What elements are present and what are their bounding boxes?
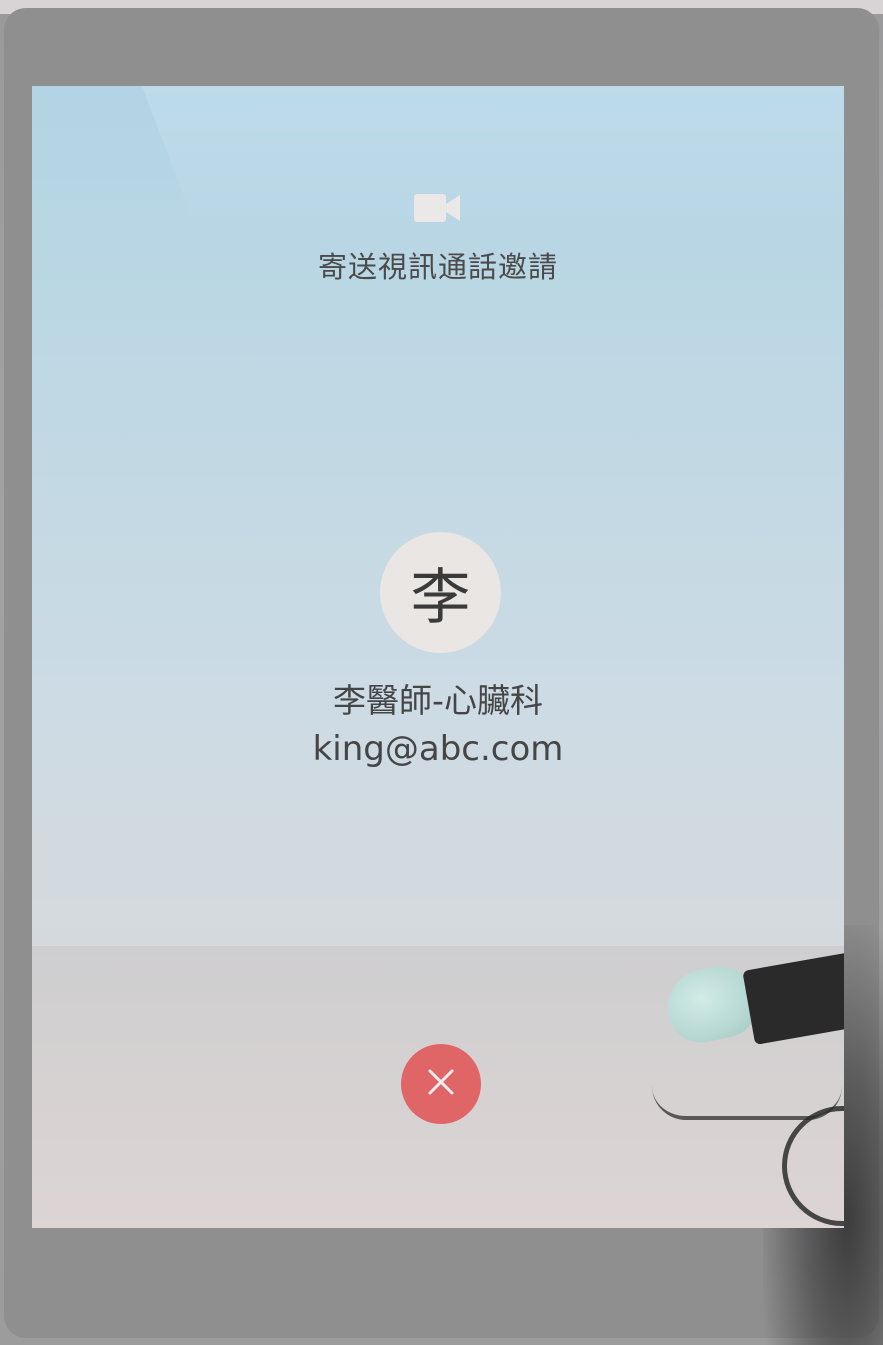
invite-status-text: 寄送視訊通話邀請 [317,250,558,284]
close-icon [426,1067,456,1101]
cancel-call-button[interactable] [401,1044,481,1124]
avatar-initial: 李 [410,563,471,633]
video-camera-icon [414,192,462,224]
video-call-screen: 寄送視訊通話邀請 李 李醫師-心臟科 king@abc.com [32,86,844,1228]
call-header [32,192,844,228]
avatar: 李 [380,532,501,653]
contact-name: 李醫師-心臟科 [333,681,543,720]
camera-background: 寄送視訊通話邀請 李 李醫師-心臟科 king@abc.com [0,0,883,1345]
contact-email: king@abc.com [312,729,564,769]
